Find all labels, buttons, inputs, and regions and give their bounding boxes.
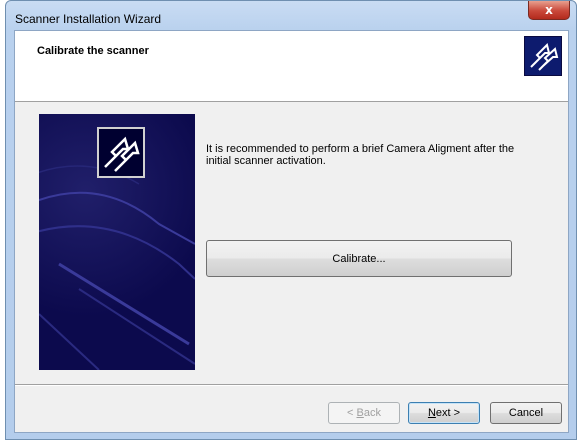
description-text: It is recommended to perform a brief Cam…: [206, 143, 515, 167]
back-button-prefix: <: [347, 407, 357, 419]
title-bar[interactable]: Scanner Installation Wizard x: [6, 1, 576, 31]
back-button[interactable]: < Back: [328, 402, 400, 424]
close-icon: x: [545, 3, 553, 17]
next-button[interactable]: Next >: [408, 402, 480, 424]
calibrate-button-label: Calibrate...: [332, 252, 386, 265]
wizard-window: Scanner Installation Wizard x Calibrate …: [5, 0, 577, 440]
close-button[interactable]: x: [528, 1, 570, 20]
cancel-button[interactable]: Cancel: [490, 402, 562, 424]
scanner-wizard-logo-icon: [524, 36, 562, 76]
wizard-client-area: Calibrate the scanner It is recommended …: [14, 30, 569, 433]
calibrate-button[interactable]: Calibrate...: [206, 240, 512, 277]
cancel-button-label: Cancel: [508, 407, 544, 419]
next-button-label: ext >: [435, 407, 461, 419]
wizard-side-banner: [39, 114, 195, 370]
scanner-logo-icon: [97, 127, 145, 178]
page-title: Calibrate the scanner: [37, 45, 149, 57]
window-title: Scanner Installation Wizard: [15, 12, 162, 26]
wizard-header: Calibrate the scanner: [15, 31, 568, 102]
back-button-mnemonic: B: [356, 407, 364, 419]
next-button-mnemonic: N: [427, 407, 436, 419]
back-button-label: ack: [363, 407, 381, 419]
footer-divider: [15, 384, 568, 386]
